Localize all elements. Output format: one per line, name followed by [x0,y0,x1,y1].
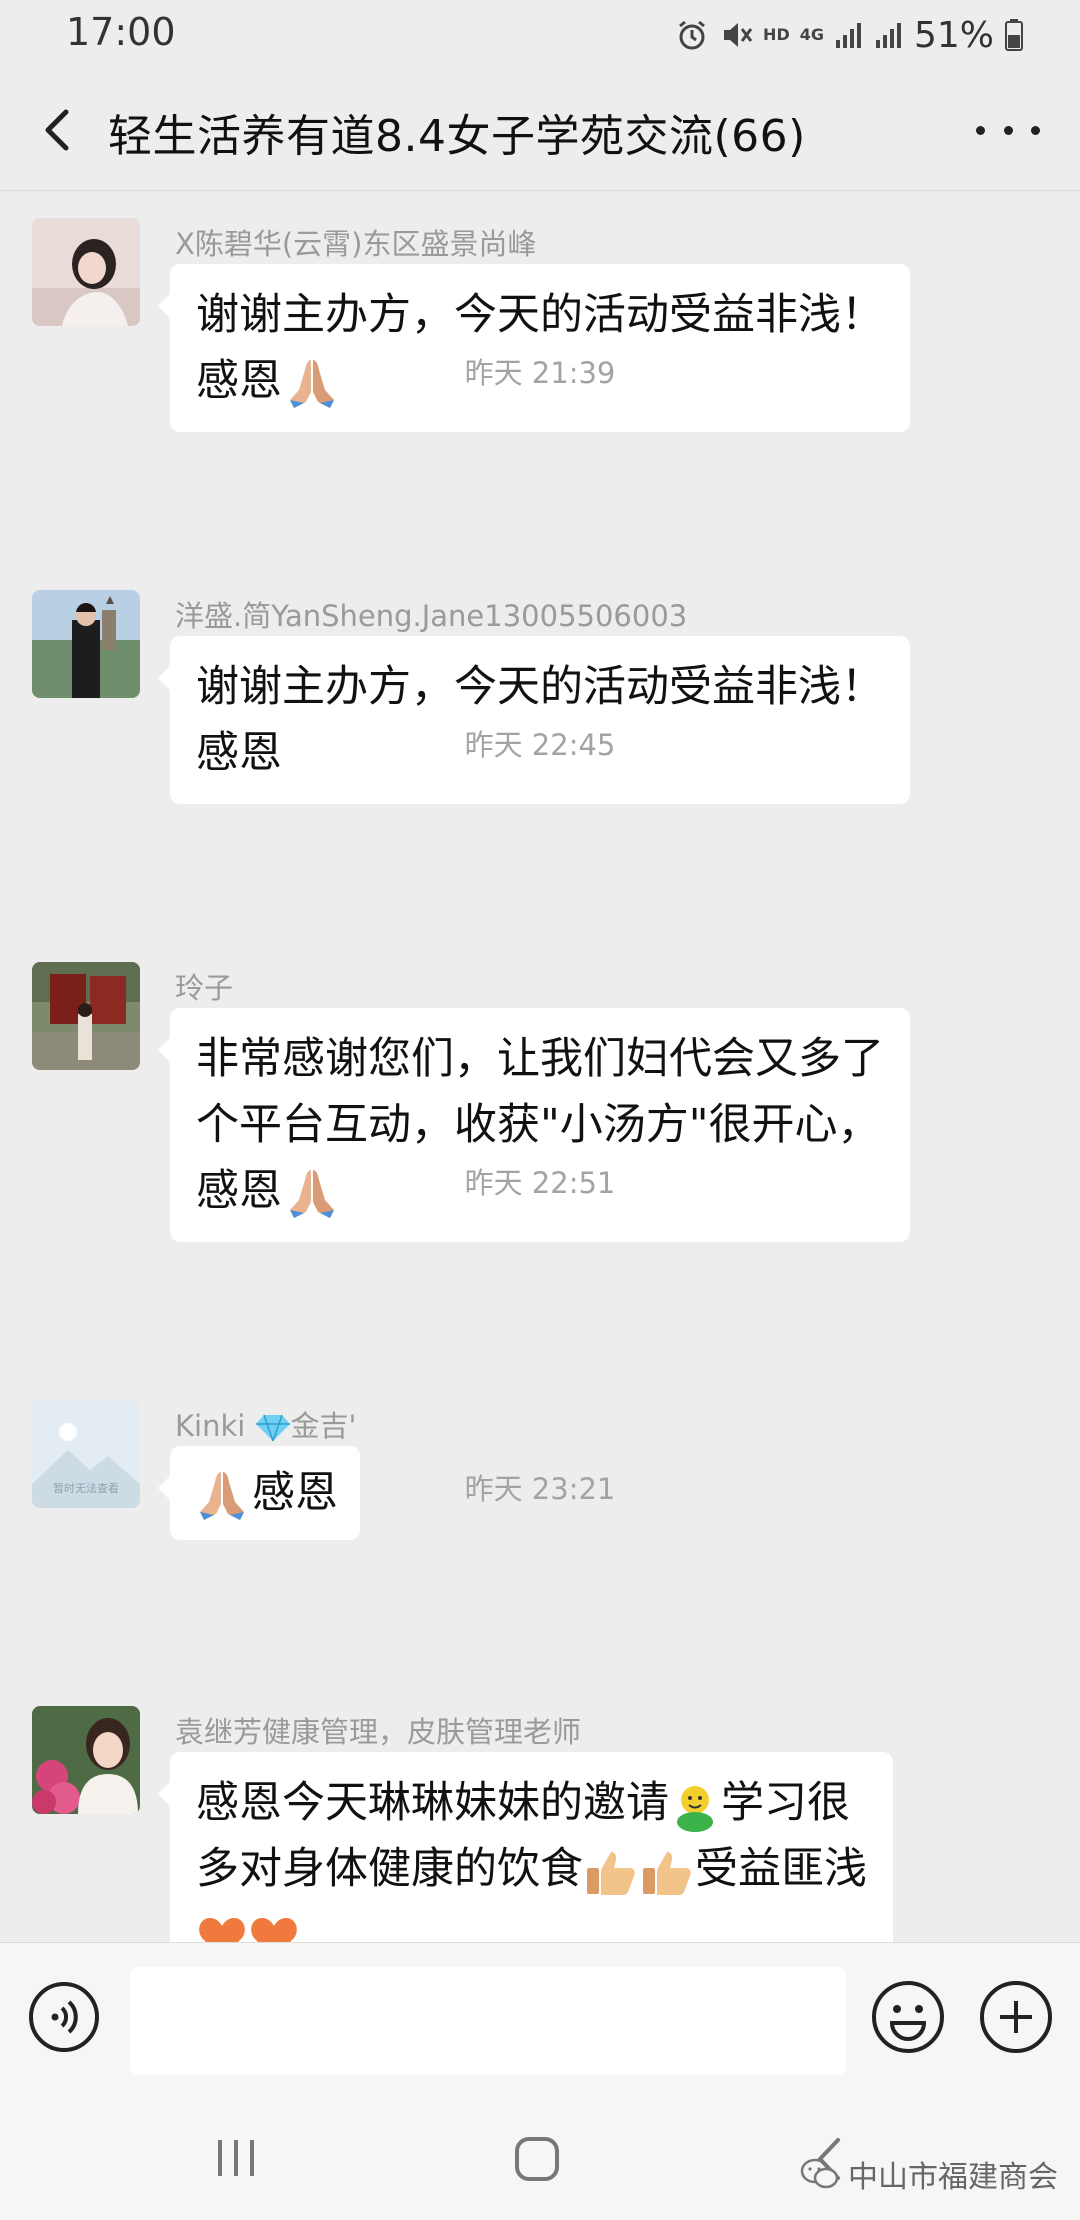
chevron-left-icon [45,109,69,151]
message-text: 学习很 [721,1778,850,1828]
sender-name: 袁继芳健康管理，皮肤管理老师 [175,1715,582,1749]
status-bar: 17:00 HD 4G 51% [0,0,1080,70]
message-text: 个平台互动，收获"小汤方"很开心， [196,1100,881,1150]
emoji-button[interactable] [870,1979,946,2055]
recent-apps-icon [218,2140,254,2176]
message-text: 受益匪浅 [695,1844,867,1894]
sender-name: Kinki 金吉' [175,1403,357,1445]
alarm-icon [679,20,705,50]
sender-name: X陈碧华(云霄)东区盛景尚峰 [175,227,537,261]
watermark-text: 中山市福建商会 [848,2160,1058,2195]
network-type: 4G [799,25,824,44]
heart-icon [199,1917,245,1942]
chat-message-list[interactable]: X陈碧华(云霄)东区盛景尚峰 谢谢主办方，今天的活动受益非浅！ 感恩 昨天 21… [0,190,1080,1942]
message-bubble[interactable]: 谢谢主办方，今天的活动受益非浅！ 感恩 [158,264,910,432]
chat-header: 轻生活养有道8.4女子学苑交流(66) [0,70,1080,191]
avatar[interactable] [32,590,140,698]
status-icons: HD 4G 51% [675,10,1024,60]
status-time: 17:00 [66,10,176,54]
message-bubble[interactable]: 感恩今天琳琳妹妹的邀请 学习很 多对身体健康的饮食 受益匪浅 [158,1752,893,1942]
timestamp: 昨天 21:39 [464,356,616,390]
signal-icon [835,23,861,48]
plus-icon [980,1981,1052,2053]
chat-title: 轻生活养有道8.4女子学苑交流(66) [108,111,806,162]
sender-name-part: Kinki [175,1409,246,1443]
voice-input-button[interactable] [28,1981,100,2053]
home-button[interactable] [512,2134,562,2184]
message-text: 谢谢主办方，今天的活动受益非浅！ [196,662,884,712]
dot-icon [1031,125,1040,135]
hd-indicator: HD [763,25,790,44]
more-options-button[interactable] [976,108,1040,152]
smiley-icon [872,1981,944,2053]
timestamp: 昨天 22:51 [464,1166,616,1200]
more-functions-button[interactable] [978,1979,1054,2055]
message-input[interactable] [130,1967,846,2075]
sender-name: 玲子 [175,971,234,1005]
system-navigation-bar: 中山市福建商会 [0,2090,1080,2220]
mute-icon [724,23,753,47]
input-bar [0,1942,1080,2091]
message-text: 多对身体健康的饮食 [196,1844,583,1894]
recent-apps-button[interactable] [212,2138,262,2178]
wechat-icon [800,2158,839,2189]
heart-icon [251,1917,297,1942]
message-text: 非常感谢您们，让我们妇代会又多了 [196,1034,884,1084]
avatar[interactable] [32,962,140,1070]
battery-percent: 51% [913,14,994,56]
thumbs-up-icon [587,1851,635,1895]
watermark: 中山市福建商会 [800,2152,1058,2196]
message-bubble[interactable]: 谢谢主办方，今天的活动受益非浅！ 感恩 [158,636,910,804]
voice-icon [29,1982,99,2052]
signal-icon-2 [875,23,901,48]
sender-name: 洋盛.简YanSheng.Jane13005506003 [175,599,688,633]
frog-icon [677,1785,713,1832]
message-text: 谢谢主办方，今天的活动受益非浅！ [196,290,884,340]
battery-icon [1005,19,1023,51]
diamond-icon [255,1414,290,1442]
thumbs-up-icon [643,1851,691,1895]
dot-icon [1003,125,1013,135]
timestamp: 昨天 23:21 [464,1472,616,1506]
avatar[interactable] [32,1706,140,1814]
sender-name-suffix: 金吉' [290,1409,357,1443]
message-text: 感恩今天琳琳妹妹的邀请 [196,1778,669,1828]
avatar[interactable] [32,218,140,326]
back-button[interactable] [30,100,90,160]
home-icon [515,2137,559,2181]
timestamp: 昨天 22:45 [464,728,616,762]
dot-icon [976,125,985,135]
message-bubble[interactable]: 非常感谢您们，让我们妇代会又多了 个平台互动，收获"小汤方"很开心， 感恩 [158,1008,910,1242]
